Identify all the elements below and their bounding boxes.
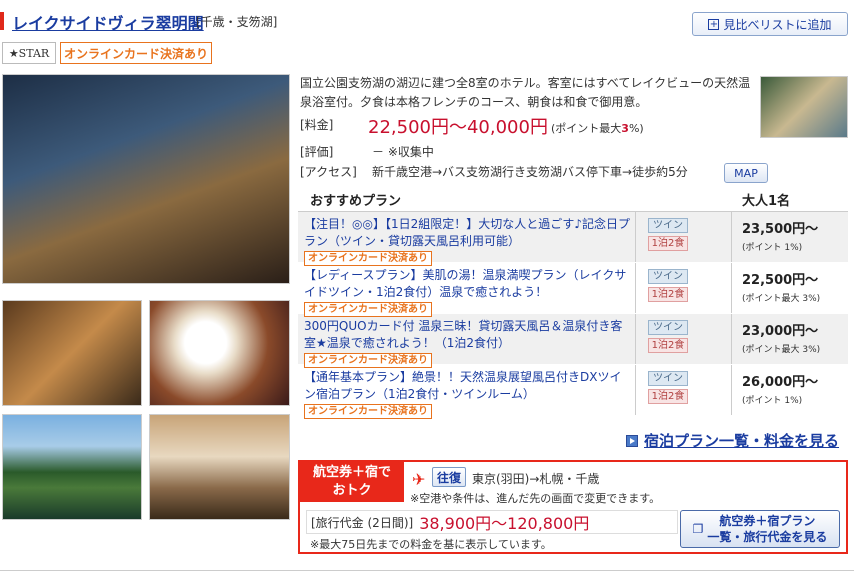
meal-tag: 1泊2食 bbox=[648, 236, 688, 251]
plan-row: 300円QUOカード付 温泉三昧！貸切露天風呂＆温泉付き客室★温泉で癒されよう！… bbox=[298, 314, 848, 368]
flight-route: 東京(羽田)→札幌・千歳 bbox=[472, 472, 600, 486]
price-point-prefix: (ポイント最大 bbox=[551, 122, 622, 135]
price-point-value: 3 bbox=[621, 122, 629, 135]
plus-icon: + bbox=[708, 18, 720, 30]
fare-value: 38,900円〜120,800円 bbox=[419, 514, 590, 533]
lake-view-photo[interactable] bbox=[2, 414, 142, 520]
air-hotel-button-line2: 一覧・旅行代金を見る bbox=[707, 530, 828, 544]
plan-point: (ポイント最大 3%) bbox=[742, 294, 821, 304]
arrow-square-icon bbox=[626, 434, 638, 447]
lobby-photo[interactable] bbox=[2, 300, 142, 406]
plans-header: おすすめプラン 大人1名 bbox=[298, 190, 848, 212]
air-hotel-plans-button[interactable]: ❐ 航空券＋宿プラン 一覧・旅行代金を見る bbox=[680, 510, 840, 548]
guest-room-photo[interactable] bbox=[149, 414, 290, 520]
price-label: [料金] bbox=[300, 118, 334, 132]
dinner-photo[interactable] bbox=[149, 300, 290, 406]
rating-value: － ※収集中 bbox=[372, 145, 434, 159]
bottom-divider bbox=[0, 570, 854, 571]
air-hotel-tag-line2: おトク bbox=[332, 483, 372, 498]
airplane-icon: ✈ bbox=[412, 470, 426, 489]
rating-label: [評価] bbox=[300, 145, 334, 159]
meal-tag: 1泊2食 bbox=[648, 338, 688, 353]
round-trip-button[interactable]: 往復 bbox=[432, 467, 466, 487]
price-point-suffix: %) bbox=[628, 122, 644, 135]
fare-note: ※最大75日先までの料金を基に表示しています。 bbox=[310, 538, 552, 551]
map-button[interactable]: MAP bbox=[724, 163, 768, 183]
plan-link[interactable]: 300円QUOカード付 温泉三昧！貸切露天風呂＆温泉付き客室★温泉で癒されよう！… bbox=[304, 319, 622, 350]
meal-tag: 1泊2食 bbox=[648, 389, 688, 404]
compare-button-label: 見比べリストに追加 bbox=[723, 17, 832, 32]
fare-row: [旅行代金 (2日間)] 38,900円〜120,800円 bbox=[306, 510, 678, 534]
air-hotel-tag: 航空券＋宿で おトク bbox=[300, 462, 404, 502]
plan-list-link[interactable]: 宿泊プラン一覧・料金を見る bbox=[626, 430, 839, 451]
plan-row: 【通年基本プラン】絶景！！天然温泉展望風呂付きDXツイン宿泊プラン（1泊2食付・… bbox=[298, 365, 848, 419]
add-to-compare-button[interactable]: + 見比べリストに追加 bbox=[692, 12, 848, 36]
plan-price: 26,000円〜 bbox=[742, 375, 819, 390]
plan-link[interactable]: 【レディースプラン】美肌の湯！温泉満喫プラン（レイクサイドツイン・1泊2食付）温… bbox=[304, 268, 626, 299]
air-hotel-button-text: 航空券＋宿プラン 一覧・旅行代金を見る bbox=[707, 513, 827, 545]
meal-tag: 1泊2食 bbox=[648, 287, 688, 302]
access-value: 新千歳空港→バス支笏湖行き支笏湖バス停下車→徒歩約5分 bbox=[372, 165, 688, 179]
price-point: (ポイント最大3%) bbox=[551, 120, 644, 136]
plan-price: 22,500円〜 bbox=[742, 273, 819, 288]
access-label: [アクセス] bbox=[300, 165, 357, 179]
plan-link[interactable]: 【通年基本プラン】絶景！！天然温泉展望風呂付きDXツイン宿泊プラン（1泊2食付・… bbox=[304, 370, 621, 401]
online-card-badge: オンラインカード決済あり bbox=[60, 42, 212, 64]
room-type-tag: ツイン bbox=[648, 371, 688, 386]
plan-row: 【注目！◎◎】【1日2組限定！】大切な人と過ごす♪記念日プラン（ツイン・貸切露天… bbox=[298, 212, 848, 266]
plan-point: (ポイント 1%) bbox=[742, 396, 803, 406]
main-hotel-photo[interactable] bbox=[2, 74, 290, 284]
fare-label: [旅行代金 (2日間)] bbox=[311, 515, 414, 530]
title-accent-bar bbox=[0, 12, 4, 30]
plans-header-plan: おすすめプラン bbox=[310, 194, 402, 209]
hotel-area: [千歳・支笏湖] bbox=[196, 15, 278, 29]
price-range: 22,500円〜40,000円 bbox=[368, 117, 548, 138]
star-collection-logo: ★STAR bbox=[2, 42, 56, 64]
plan-link[interactable]: 【注目！◎◎】【1日2組限定！】大切な人と過ごす♪記念日プラン（ツイン・貸切露天… bbox=[304, 217, 630, 248]
hotel-name-link[interactable]: レイクサイドヴィラ翠明閣 bbox=[12, 10, 204, 34]
room-type-tag: ツイン bbox=[648, 320, 688, 335]
bath-photo[interactable] bbox=[760, 76, 848, 138]
plan-price: 23,000円〜 bbox=[742, 324, 819, 339]
air-hotel-tag-line1: 航空券＋宿で bbox=[312, 465, 391, 480]
plan-price: 23,500円〜 bbox=[742, 222, 819, 237]
online-card-badge: オンラインカード決済あり bbox=[304, 404, 432, 419]
plans-header-price: 大人1名 bbox=[742, 194, 791, 209]
hotel-description: 国立公園支笏湖の湖辺に建つ全8室のホテル。客室にはすべてレイクビューの天然温泉浴… bbox=[300, 76, 751, 109]
recommended-plans-table: おすすめプラン 大人1名 【注目！◎◎】【1日2組限定！】大切な人と過ごす♪記念… bbox=[298, 190, 848, 419]
room-type-tag: ツイン bbox=[648, 269, 688, 284]
plan-list-label: 宿泊プラン一覧・料金を見る bbox=[644, 432, 840, 450]
room-type-tag: ツイン bbox=[648, 218, 688, 233]
air-hotel-package-box: 航空券＋宿で おトク ✈ 往復 東京(羽田)→札幌・千歳 ※空港や条件は、進んだ… bbox=[298, 460, 848, 554]
document-icon: ❐ bbox=[692, 522, 704, 536]
air-hotel-button-line1: 航空券＋宿プラン bbox=[719, 514, 816, 528]
plan-point: (ポイント最大 3%) bbox=[742, 345, 821, 355]
plan-row: 【レディースプラン】美肌の湯！温泉満喫プラン（レイクサイドツイン・1泊2食付）温… bbox=[298, 263, 848, 317]
plan-point: (ポイント 1%) bbox=[742, 243, 803, 253]
route-note: ※空港や条件は、進んだ先の画面で変更できます。 bbox=[410, 492, 661, 505]
